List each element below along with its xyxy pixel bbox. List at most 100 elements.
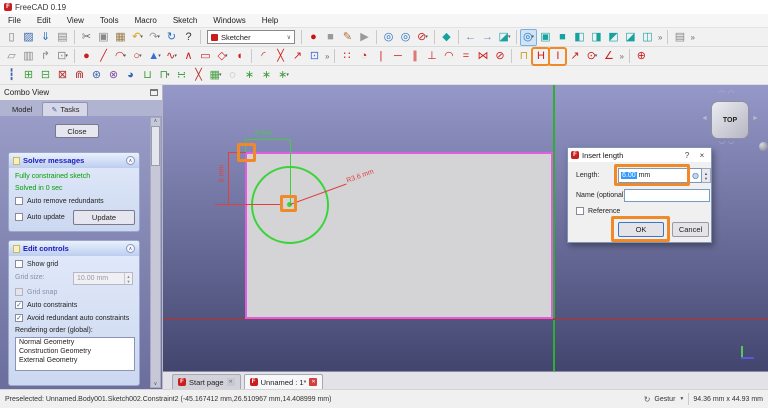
show-hide-circular-helper-icon[interactable]: ⊛ [88,67,105,84]
select-associated-constraints-icon[interactable]: ⊞ [20,67,37,84]
rendering-order-list[interactable]: Normal GeometryConstruction GeometryExte… [15,337,135,371]
menu-view[interactable]: View [59,14,92,27]
constrain-distance-x-icon[interactable]: H [532,48,549,65]
menu-edit[interactable]: Edit [29,14,59,27]
delete-all-geometry-icon[interactable]: ╳ [190,67,207,84]
constrain-point-on-object-icon[interactable]: ◔ [355,48,372,65]
navigation-cube[interactable]: TOP [711,101,749,139]
constrain-radius-icon[interactable]: ⊙▾ [583,48,600,65]
rear-view-icon[interactable]: ◩ [605,29,622,46]
navcube-left-arrow-icon[interactable]: ◄ [701,115,708,122]
toolbar-overflow-icon[interactable]: » [656,33,664,42]
top-view-icon[interactable]: ◧ [571,29,588,46]
dimension-horizontal-label[interactable]: 6 mm [255,130,273,137]
select-associated-elements-icon[interactable]: ⊟ [37,67,54,84]
unit-globe-icon[interactable]: ◍ [692,171,699,180]
list-item[interactable]: External Geometry [16,356,134,365]
dialog-help-button[interactable]: ? [681,151,693,160]
print-icon[interactable]: ▤ [54,29,71,46]
navcube-rotate-arrows-icon[interactable]: ◠◠ [719,89,737,97]
menu-tools[interactable]: Tools [92,14,127,27]
auto-constraints-checkbox[interactable]: ✓ [15,301,23,309]
constrain-coincident-icon[interactable]: ∷ [338,48,355,65]
new-file-icon[interactable]: ▯ [3,29,20,46]
whats-this-icon[interactable]: ? [180,29,197,46]
constrain-parallel-icon[interactable]: ∥ [406,48,423,65]
tab-close-icon[interactable]: ✕ [309,378,317,386]
toggle-construction-geometry-icon[interactable]: ┇ [3,67,20,84]
create-rectangle-icon[interactable]: ▭ [197,48,214,65]
auto-remove-redundants-checkbox[interactable] [15,197,23,205]
doc-tab-unnamed-1[interactable]: FUnnamed : 1*✕ [244,374,324,389]
tab-model[interactable]: Model [4,103,40,116]
create-slot-icon[interactable]: ◖ [231,48,248,65]
constrain-symmetric-icon[interactable]: ⋈ [474,48,491,65]
collapse-icon[interactable]: ∧ [126,244,135,253]
create-bspline-icon[interactable]: ∿▾ [163,48,180,65]
create-fillet-icon[interactable]: ◜ [255,48,272,65]
nav-style-selector[interactable]: Gestur [654,396,675,403]
scroll-thumb[interactable] [151,126,160,166]
avoid-redundant-checkbox[interactable]: ✓ [15,314,23,322]
mirror-sketch-icon[interactable]: ⊓▾ [156,67,173,84]
bottom-view-icon[interactable]: ◪ [622,29,639,46]
reference-checkbox[interactable] [576,207,584,215]
constrain-tangent-icon[interactable]: ◠ [440,48,457,65]
rectangular-array-icon[interactable]: ▦▾ [207,67,224,84]
map-sketch-icon[interactable]: ▥ [20,48,37,65]
navcube-right-arrow-icon[interactable]: ► [752,115,759,122]
constrain-horizontal-icon[interactable]: ─ [389,48,406,65]
create-point-icon[interactable]: ● [78,48,95,65]
select-redundant-constraints-icon[interactable]: ⊠ [54,67,71,84]
rotate-view-icon[interactable]: ◪▾ [496,29,513,46]
name-input[interactable] [624,189,710,202]
show-grid-checkbox[interactable] [15,260,23,268]
dialog-close-button[interactable]: × [696,151,708,160]
menu-windows[interactable]: Windows [205,14,253,27]
tab-tasks[interactable]: ✎Tasks [42,102,88,116]
refresh-icon[interactable]: ↻ [163,29,180,46]
menu-sketch[interactable]: Sketch [165,14,205,27]
create-conic-icon[interactable]: ▲▾ [146,48,163,65]
view-forward-icon[interactable]: → [479,29,496,46]
isometric-view-icon[interactable]: ◆ [438,29,455,46]
trim-edge-icon[interactable]: ╳ [272,48,289,65]
spinner-icon[interactable]: ▲▼ [124,273,132,284]
constrain-lock-icon[interactable]: ⊓ [515,48,532,65]
constrain-perpendicular-icon[interactable]: ⊥ [423,48,440,65]
doc-tab-start-page[interactable]: FStart page✕ [172,374,241,389]
bspline-degree-icon[interactable]: ∗ [241,67,258,84]
scroll-down-icon[interactable]: ∨ [154,381,158,387]
create-line-icon[interactable]: ╱ [95,48,112,65]
draw-style-icon[interactable]: ⊘▾ [414,29,431,46]
create-polyline-icon[interactable]: ∧ [180,48,197,65]
float-panel-icon[interactable] [150,89,158,96]
box-zoom-icon[interactable]: ◎ [397,29,414,46]
copy-icon[interactable]: ▣ [95,29,112,46]
extend-edge-icon[interactable]: ↗ [289,48,306,65]
toolbar-overflow-icon[interactable]: » [617,52,625,61]
menu-macro[interactable]: Macro [127,14,165,27]
toggle-driving-constraint-icon[interactable]: ⊕ [633,48,650,65]
macro-edit-icon[interactable]: ✎ [339,29,356,46]
select-conflicting-constraints-icon[interactable]: ⋒ [71,67,88,84]
constrain-vertical-icon[interactable]: | [372,48,389,65]
external-geometry-icon[interactable]: ⊡ [306,48,323,65]
length-spinner[interactable]: ▲▼ [702,168,711,183]
redo-icon[interactable]: ↷▾ [146,29,163,46]
bspline-polygon-icon[interactable]: ∗ [258,67,275,84]
show-hide-internal-geometry-icon[interactable]: ⊗ [105,67,122,84]
create-sketch-icon[interactable]: ▱ [3,48,20,65]
view-sketch-icon[interactable]: ⊡▾ [54,48,71,65]
list-item[interactable]: Normal Geometry [16,338,134,347]
dimension-horizontal-line[interactable] [245,139,291,140]
create-polygon-icon[interactable]: ◇▾ [214,48,231,65]
switch-virtual-space-icon[interactable]: ◌ [224,67,241,84]
macro-record-icon[interactable]: ● [305,29,322,46]
toolbar-overflow-icon[interactable]: » [688,33,696,42]
front-view-icon[interactable]: ■ [554,29,571,46]
constrain-angle-icon[interactable]: ∠ [600,48,617,65]
macro-play-icon[interactable]: ▶ [356,29,373,46]
menu-file[interactable]: File [0,14,29,27]
right-view-icon[interactable]: ◨ [588,29,605,46]
